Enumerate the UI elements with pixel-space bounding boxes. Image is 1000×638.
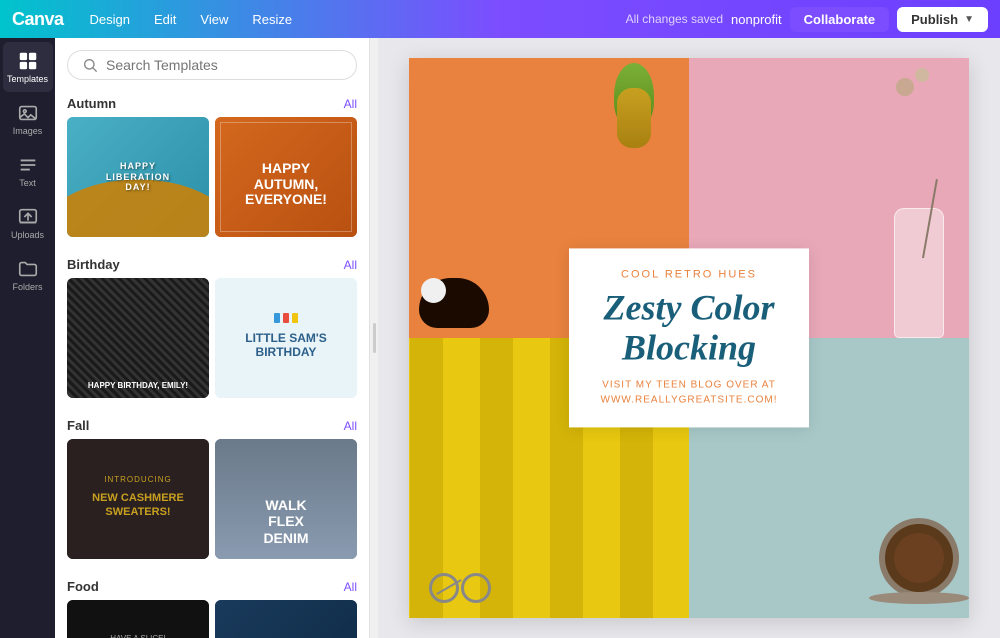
category-autumn-all[interactable]: All — [344, 97, 357, 111]
sidebar-item-folders[interactable]: Folders — [3, 250, 53, 300]
category-autumn-header: Autumn All — [67, 88, 357, 117]
category-food-header: Food All — [67, 571, 357, 600]
search-icon — [82, 57, 98, 73]
canvas-area: COOL RETRO HUES Zesty Color Blocking VIS… — [378, 38, 1000, 638]
category-birthday-header: Birthday All — [67, 249, 357, 278]
sidebar-item-templates[interactable]: Templates — [3, 42, 53, 92]
category-fall-header: Fall All — [67, 410, 357, 439]
header: Canva Design Edit View Resize All change… — [0, 0, 1000, 38]
header-nav: Design Edit View Resize — [80, 8, 608, 31]
sidebar-item-text[interactable]: Text — [3, 146, 53, 196]
overlay-description: VISIT MY TEEN BLOG OVER ATWWW.REALLYGREA… — [587, 378, 791, 408]
birthday-template-grid: HAPPY BIRTHDAY, EMILY! LITTLE SAM'SBIRTH… — [67, 278, 357, 398]
canvas-document[interactable]: COOL RETRO HUES Zesty Color Blocking VIS… — [409, 58, 969, 618]
search-input-wrap[interactable] — [67, 50, 357, 80]
category-fall-title: Fall — [67, 418, 89, 433]
sidebar-label-images: Images — [13, 126, 43, 136]
category-autumn-title: Autumn — [67, 96, 116, 111]
overlay-subtitle: COOL RETRO HUES — [587, 268, 791, 280]
publish-label: Publish — [911, 12, 958, 27]
publish-dropdown-arrow: ▼ — [964, 14, 974, 25]
uploads-icon — [17, 206, 39, 228]
folders-icon — [17, 258, 39, 280]
autumn-template2-text: HAPPYAUTUMN,EVERYONE! — [241, 157, 331, 211]
sidebar-item-images[interactable]: Images — [3, 94, 53, 144]
template-card[interactable]: HAVE A SLICE! IT'S A PIZZAPARTY! — [67, 600, 209, 638]
search-bar — [55, 38, 369, 88]
canva-logo: Canva — [12, 9, 64, 30]
nav-edit[interactable]: Edit — [144, 8, 186, 31]
category-fall-all[interactable]: All — [344, 419, 357, 433]
fall-template1-text: NEW CASHMERESWEATERS! — [88, 488, 188, 522]
bday-template2-text: LITTLE SAM'SBIRTHDAY — [241, 327, 331, 364]
save-status: All changes saved — [626, 12, 723, 26]
sidebar-label-templates: Templates — [7, 74, 48, 84]
template-card[interactable]: INTRODUCING NEW CASHMERESWEATERS! — [67, 439, 209, 559]
resize-indicator — [373, 323, 376, 353]
nonprofit-label: nonprofit — [731, 12, 782, 27]
template-card[interactable]: HAPPY BIRTHDAY, EMILY! — [67, 278, 209, 398]
sidebar-label-uploads: Uploads — [11, 230, 44, 240]
category-autumn: Autumn All HAPPYLIBERATIONDAY! HAPPYAUTU… — [55, 88, 369, 249]
nav-resize[interactable]: Resize — [242, 8, 302, 31]
collaborate-button[interactable]: Collaborate — [790, 7, 890, 32]
overlay-title: Zesty Color Blocking — [587, 288, 791, 367]
main-layout: Templates Images Text Uploads — [0, 38, 1000, 638]
template-card[interactable]: HAPPYLIBERATIONDAY! — [67, 117, 209, 237]
fall-template-grid: INTRODUCING NEW CASHMERESWEATERS! WALKFL… — [67, 439, 357, 559]
category-fall: Fall All INTRODUCING NEW CASHMERESWEATER… — [55, 410, 369, 571]
food-template2-text: CROISS-ANTLOVIN' — [257, 634, 315, 638]
autumn-template-grid: HAPPYLIBERATIONDAY! HAPPYAUTUMN,EVERYONE… — [67, 117, 357, 237]
template-card[interactable]: HAPPYAUTUMN,EVERYONE! — [215, 117, 357, 237]
search-input[interactable] — [106, 57, 342, 73]
text-icon — [17, 154, 39, 176]
sidebar-label-folders: Folders — [12, 282, 42, 292]
nav-design[interactable]: Design — [80, 8, 140, 31]
template-card[interactable]: LITTLE SAM'SBIRTHDAY — [215, 278, 357, 398]
nav-view[interactable]: View — [190, 8, 238, 31]
category-birthday-title: Birthday — [67, 257, 120, 272]
category-food: Food All HAVE A SLICE! IT'S A PIZZAPARTY… — [55, 571, 369, 638]
template-card[interactable]: WALKFLEXDENIM — [215, 439, 357, 559]
publish-button[interactable]: Publish ▼ — [897, 7, 988, 32]
category-food-all[interactable]: All — [344, 580, 357, 594]
category-birthday-all[interactable]: All — [344, 258, 357, 272]
autumn-template1-text: HAPPYLIBERATIONDAY! — [102, 157, 174, 197]
header-right: nonprofit Collaborate Publish ▼ — [731, 7, 988, 32]
fall-template2-text: WALKFLEXDENIM — [259, 493, 312, 551]
icon-sidebar: Templates Images Text Uploads — [0, 38, 55, 638]
panel-resize-handle[interactable] — [370, 38, 378, 638]
food-template-grid: HAVE A SLICE! IT'S A PIZZAPARTY! CROISS-… — [67, 600, 357, 638]
templates-panel: Autumn All HAPPYLIBERATIONDAY! HAPPYAUTU… — [55, 38, 370, 638]
templates-icon — [17, 50, 39, 72]
canvas-text-overlay: COOL RETRO HUES Zesty Color Blocking VIS… — [569, 248, 809, 427]
template-card[interactable]: CROISS-ANTLOVIN' — [215, 600, 357, 638]
sidebar-label-text: Text — [19, 178, 36, 188]
sidebar-item-uploads[interactable]: Uploads — [3, 198, 53, 248]
images-icon — [17, 102, 39, 124]
category-birthday: Birthday All HAPPY BIRTHDAY, EMILY! — [55, 249, 369, 410]
category-food-title: Food — [67, 579, 99, 594]
